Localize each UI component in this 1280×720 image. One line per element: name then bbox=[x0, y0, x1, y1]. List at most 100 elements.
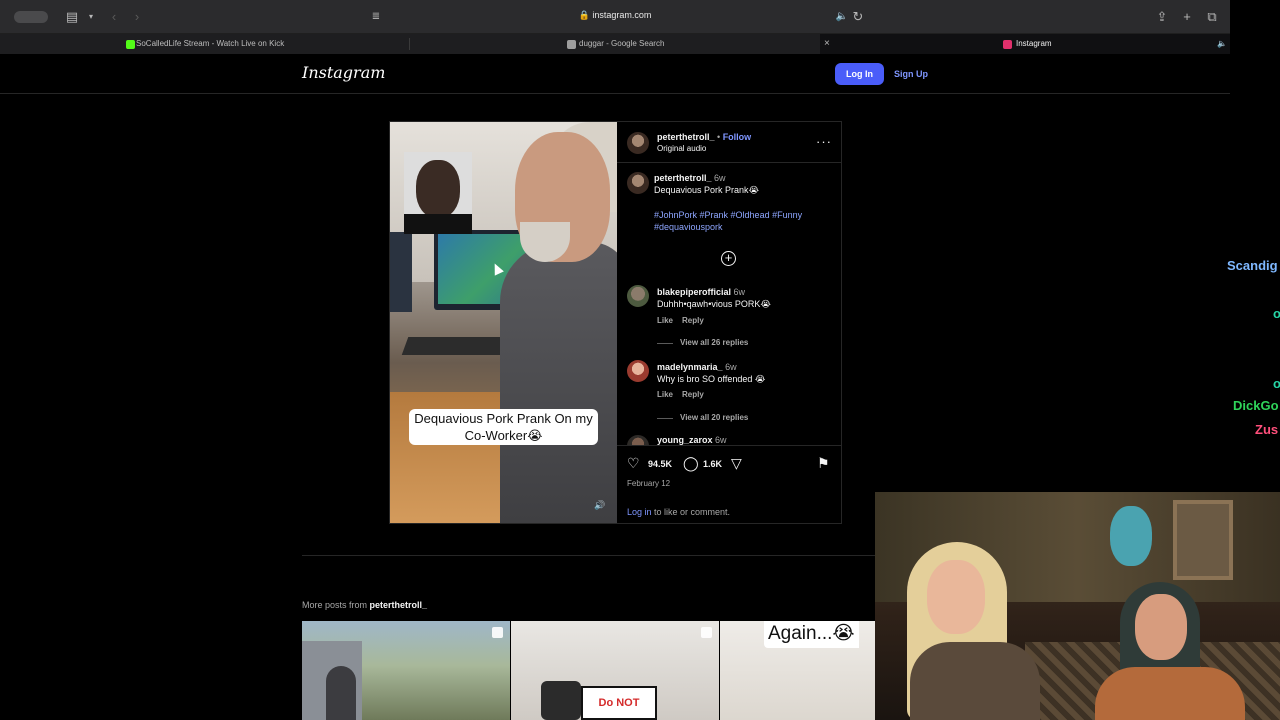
more-posts-label: More posts from peterthetroll_ bbox=[302, 600, 427, 610]
more-posts-prefix: More posts from bbox=[302, 600, 370, 610]
sign-up-link[interactable]: Sign Up bbox=[894, 63, 928, 85]
video-mute-icon[interactable]: 🔊 bbox=[594, 500, 606, 512]
audio-label[interactable]: Original audio bbox=[657, 144, 706, 153]
kick-favicon-icon bbox=[126, 40, 135, 49]
browser-toolbar: ▤ ▾ ‹ › ≣ 🔒 instagram.com 🔈 ↻ ⇪ + ⧉ bbox=[0, 0, 1230, 34]
video-person bbox=[500, 242, 617, 523]
more-posts-user[interactable]: peterthetroll_ bbox=[370, 600, 428, 610]
bookmark-icon[interactable]: ⚑ bbox=[817, 456, 830, 470]
comment-text: Why is bro SO offended 😭 bbox=[657, 374, 766, 384]
chat-username: DickGo bbox=[1233, 398, 1279, 413]
load-more-comments-icon[interactable]: + bbox=[721, 251, 736, 266]
post-side-panel: peterthetroll_ • Follow Original audio ·… bbox=[617, 122, 841, 523]
thumb-person bbox=[326, 666, 356, 720]
stream-chat: Scandig o o DickGo Zus bbox=[1227, 0, 1280, 492]
chat-username: Scandig bbox=[1227, 258, 1278, 273]
address-bar[interactable]: 🔒 instagram.com bbox=[365, 7, 865, 27]
overlay-face bbox=[416, 160, 460, 218]
comment-avatar[interactable] bbox=[627, 285, 649, 307]
replies-line bbox=[657, 343, 673, 344]
more-options-icon[interactable]: ··· bbox=[816, 134, 832, 149]
caption-hashtags[interactable]: #JohnPork #Prank #Oldhead #Funny #dequav… bbox=[654, 209, 824, 233]
google-favicon-icon bbox=[567, 40, 576, 49]
login-prompt-text: to like or comment. bbox=[651, 507, 731, 517]
lock-icon: 🔒 bbox=[578, 10, 590, 20]
more-post-thumbnail[interactable]: Again...😭 bbox=[720, 621, 875, 720]
webcam-overlay bbox=[875, 492, 1280, 720]
caption-age: 6w bbox=[714, 173, 726, 183]
comment-username[interactable]: madelynmaria_ 6w bbox=[657, 362, 737, 372]
comment-icon[interactable]: ◯ bbox=[683, 456, 699, 470]
tab-separator bbox=[409, 38, 410, 50]
webcam-person-face bbox=[1135, 594, 1187, 660]
sidebar-toggle-icon[interactable]: ▤ bbox=[64, 9, 80, 25]
comment-age: 6w bbox=[715, 435, 727, 445]
video-caption: Dequavious Pork Prank On my Co-Worker😭 bbox=[409, 409, 598, 445]
ig-header: Instagram Log In Sign Up bbox=[0, 54, 1230, 94]
login-prompt-link[interactable]: Log in bbox=[627, 507, 652, 517]
reel-icon bbox=[701, 627, 712, 638]
more-post-thumbnail[interactable]: Do NOT ANSE bbox=[511, 621, 719, 720]
share-icon[interactable]: ⇪ bbox=[1154, 9, 1170, 25]
caption-author[interactable]: peterthetroll_ bbox=[654, 173, 712, 183]
reel-icon bbox=[492, 627, 503, 638]
video-keyboard bbox=[401, 337, 509, 355]
comment-user[interactable]: madelynmaria_ bbox=[657, 362, 723, 372]
post-date[interactable]: February 12 bbox=[627, 479, 670, 488]
comment-like-button[interactable]: Like bbox=[657, 316, 673, 325]
comment-like-button[interactable]: Like bbox=[657, 390, 673, 399]
comment-avatar[interactable] bbox=[627, 435, 649, 445]
heart-icon[interactable]: ♡ bbox=[627, 456, 640, 470]
tab-overview-icon[interactable]: ⧉ bbox=[1204, 9, 1220, 25]
webcam-mask-decor bbox=[1110, 506, 1152, 566]
chevron-down-icon[interactable]: ▾ bbox=[83, 9, 99, 25]
comment-username[interactable]: young_zarox 6w bbox=[657, 435, 727, 445]
post-card: Dequavious Pork Prank On my Co-Worker😭 🔊… bbox=[389, 121, 842, 524]
reload-icon[interactable]: ↻ bbox=[850, 9, 866, 25]
post-actions: ♡ 94.5K ◯ 1.6K ▽ ⚑ February 12 Log in to… bbox=[617, 445, 841, 523]
comment-user[interactable]: young_zarox bbox=[657, 435, 713, 445]
tab-title: SoCalledLife Stream - Watch Live on Kick bbox=[136, 39, 285, 48]
follow-button[interactable]: Follow bbox=[723, 132, 752, 142]
tab-audio-icon[interactable]: 🔈 bbox=[1217, 34, 1227, 54]
window-controls[interactable] bbox=[14, 11, 48, 23]
thumb-sign: Do NOT ANSE bbox=[581, 686, 657, 720]
screen: ▤ ▾ ‹ › ≣ 🔒 instagram.com 🔈 ↻ ⇪ + ⧉ SoCa… bbox=[0, 0, 1280, 720]
tab-title: Instagram bbox=[1016, 39, 1052, 48]
author-username[interactable]: peterthetroll_ • Follow bbox=[657, 132, 751, 142]
instagram-logo[interactable]: Instagram bbox=[302, 63, 385, 82]
webcam-person-body bbox=[1095, 667, 1245, 720]
comment-age: 6w bbox=[725, 362, 737, 372]
new-tab-icon[interactable]: + bbox=[1179, 9, 1195, 25]
caption-avatar[interactable] bbox=[627, 172, 649, 194]
webcam-person-body bbox=[910, 642, 1040, 720]
tab-instagram[interactable]: × Instagram 🔈 bbox=[820, 34, 1230, 54]
share-icon[interactable]: ▽ bbox=[731, 456, 742, 470]
view-replies-link[interactable]: View all 26 replies bbox=[680, 338, 748, 347]
view-replies-link[interactable]: View all 20 replies bbox=[680, 413, 748, 422]
video-monitor bbox=[390, 232, 412, 312]
caption-username[interactable]: peterthetroll_ 6w bbox=[654, 173, 726, 183]
chat-username: o bbox=[1273, 306, 1280, 321]
tab-close-icon[interactable]: × bbox=[824, 34, 830, 54]
comment-reply-button[interactable]: Reply bbox=[682, 316, 704, 325]
log-in-button[interactable]: Log In bbox=[835, 63, 884, 85]
speaker-muted-icon[interactable]: 🔈 bbox=[834, 9, 850, 25]
more-post-thumbnail[interactable] bbox=[302, 621, 510, 720]
comment-reply-button[interactable]: Reply bbox=[682, 390, 704, 399]
comment-avatar[interactable] bbox=[627, 360, 649, 382]
comment-age: 6w bbox=[733, 287, 746, 297]
author-avatar[interactable] bbox=[627, 132, 649, 154]
forward-icon[interactable]: › bbox=[129, 9, 145, 25]
comment-text: Duhhh•qawh•vious PORK😭 bbox=[657, 299, 771, 309]
post-video[interactable]: Dequavious Pork Prank On my Co-Worker😭 🔊 bbox=[390, 122, 617, 523]
comment-user[interactable]: blakepiperofficial bbox=[657, 287, 731, 297]
tab-kick-stream[interactable]: SoCalledLife Stream - Watch Live on Kick bbox=[112, 34, 408, 54]
tab-strip: SoCalledLife Stream - Watch Live on Kick… bbox=[0, 34, 1230, 54]
webcam-person-face bbox=[927, 560, 985, 634]
tab-google-search[interactable]: duggar - Google Search bbox=[555, 34, 819, 54]
thumb-caption: Again...😭 bbox=[764, 621, 859, 648]
comment-username[interactable]: blakepiperofficial 6w bbox=[657, 287, 745, 297]
author-name[interactable]: peterthetroll_ bbox=[657, 132, 715, 142]
back-icon[interactable]: ‹ bbox=[106, 9, 122, 25]
